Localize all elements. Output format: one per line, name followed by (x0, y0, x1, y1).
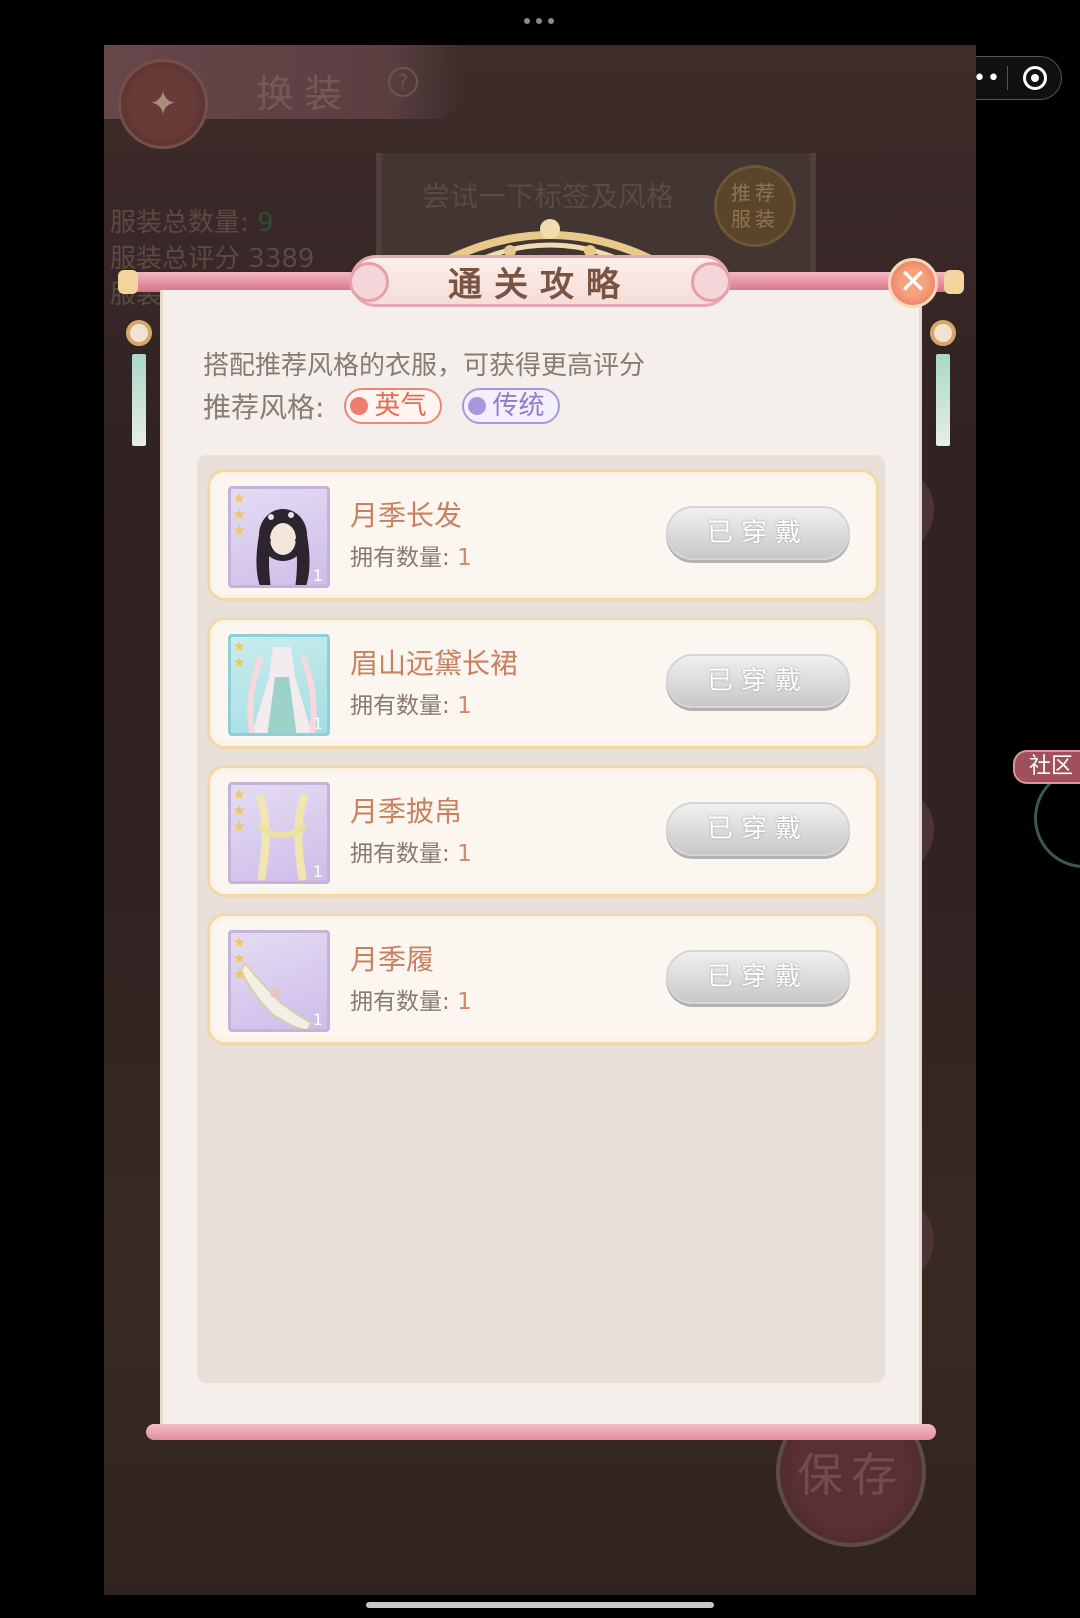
thumb-quantity: 1 (312, 862, 323, 881)
top-indicator (524, 18, 554, 24)
item-count: 拥有数量: 1 (350, 686, 472, 720)
home-indicator[interactable] (366, 1602, 714, 1608)
count-label: 拥有数量: (350, 989, 450, 1015)
screen: ••• ✦ 换装 ? 服装总数量: 9 服装总评分 3389 服装 尝试一下标签… (0, 0, 1080, 1618)
item-name: 月季履 (350, 943, 435, 976)
item-count: 拥有数量: 1 (350, 982, 472, 1016)
worn-button[interactable]: 已穿戴 (666, 506, 850, 560)
item-count: 拥有数量: 1 (350, 834, 472, 868)
scroll-rod-cap (944, 270, 964, 294)
community-tab[interactable]: 社区 (1013, 750, 1080, 784)
count-value: 1 (457, 545, 472, 571)
item-thumbnail: ★ ★ ★ 1 (228, 930, 330, 1032)
modal-title-plaque: 通关攻略 (349, 255, 731, 307)
style-label: 推荐风格: (203, 391, 325, 424)
style-tag-yingqi: 英气 (344, 388, 443, 424)
thumb-quantity: 1 (312, 714, 323, 733)
item-name: 眉山远黛长裙 (350, 647, 519, 680)
list-item: ★ ★ 1 眉山远黛长裙 拥有数量: 1 已穿戴 (207, 617, 879, 749)
list-item: ★ ★ ★ 1 月季履 拥有数量: 1 已穿戴 (207, 913, 879, 1045)
close-miniprogram-button[interactable] (1008, 66, 1061, 90)
tassel-right (930, 320, 956, 470)
recommended-styles: 推荐风格: 英气 传统 (203, 386, 561, 426)
modal-title: 通关攻略 (448, 264, 632, 305)
list-item: ★ ★ ★ 1 月季披帛 拥有数量: 1 已穿戴 (207, 765, 879, 897)
item-thumbnail: ★ ★ ★ 1 (228, 782, 330, 884)
star-rating: ★ ★ ★ (233, 787, 246, 835)
count-value: 1 (457, 989, 472, 1015)
strategy-hint: 搭配推荐风格的衣服，可获得更高评分 (203, 351, 646, 381)
tassel-left (126, 320, 152, 470)
star-rating: ★ ★ ★ (233, 491, 246, 539)
item-count: 拥有数量: 1 (350, 538, 472, 572)
plaque-end (691, 262, 731, 302)
thumb-quantity: 1 (312, 566, 323, 585)
count-label: 拥有数量: (350, 545, 450, 571)
style-tag-label: 英气 (374, 391, 427, 421)
count-label: 拥有数量: (350, 841, 450, 867)
scroll-rod-bottom (146, 1424, 936, 1440)
worn-button[interactable]: 已穿戴 (666, 802, 850, 856)
thumb-quantity: 1 (312, 1010, 323, 1029)
count-label: 拥有数量: (350, 693, 450, 719)
style-tag-label: 传统 (492, 391, 545, 421)
item-thumbnail: ★ ★ ★ 1 (228, 486, 330, 588)
count-value: 1 (457, 841, 472, 867)
style-tag-chuantong: 传统 (462, 388, 561, 424)
star-rating: ★ ★ ★ (233, 935, 246, 983)
item-name: 月季披帛 (350, 795, 463, 828)
worn-button[interactable]: 已穿戴 (666, 654, 850, 708)
scroll-rod-cap (118, 270, 138, 294)
star-rating: ★ ★ (233, 639, 246, 671)
item-name: 月季长发 (350, 499, 463, 532)
plaque-end (349, 262, 389, 302)
item-thumbnail: ★ ★ 1 (228, 634, 330, 736)
count-value: 1 (457, 693, 472, 719)
close-icon[interactable]: ✕ (888, 258, 938, 308)
target-icon (1022, 66, 1047, 90)
worn-button[interactable]: 已穿戴 (666, 950, 850, 1004)
list-item: ★ ★ ★ 1 月季长发 拥有数量: 1 已穿戴 (207, 469, 879, 601)
